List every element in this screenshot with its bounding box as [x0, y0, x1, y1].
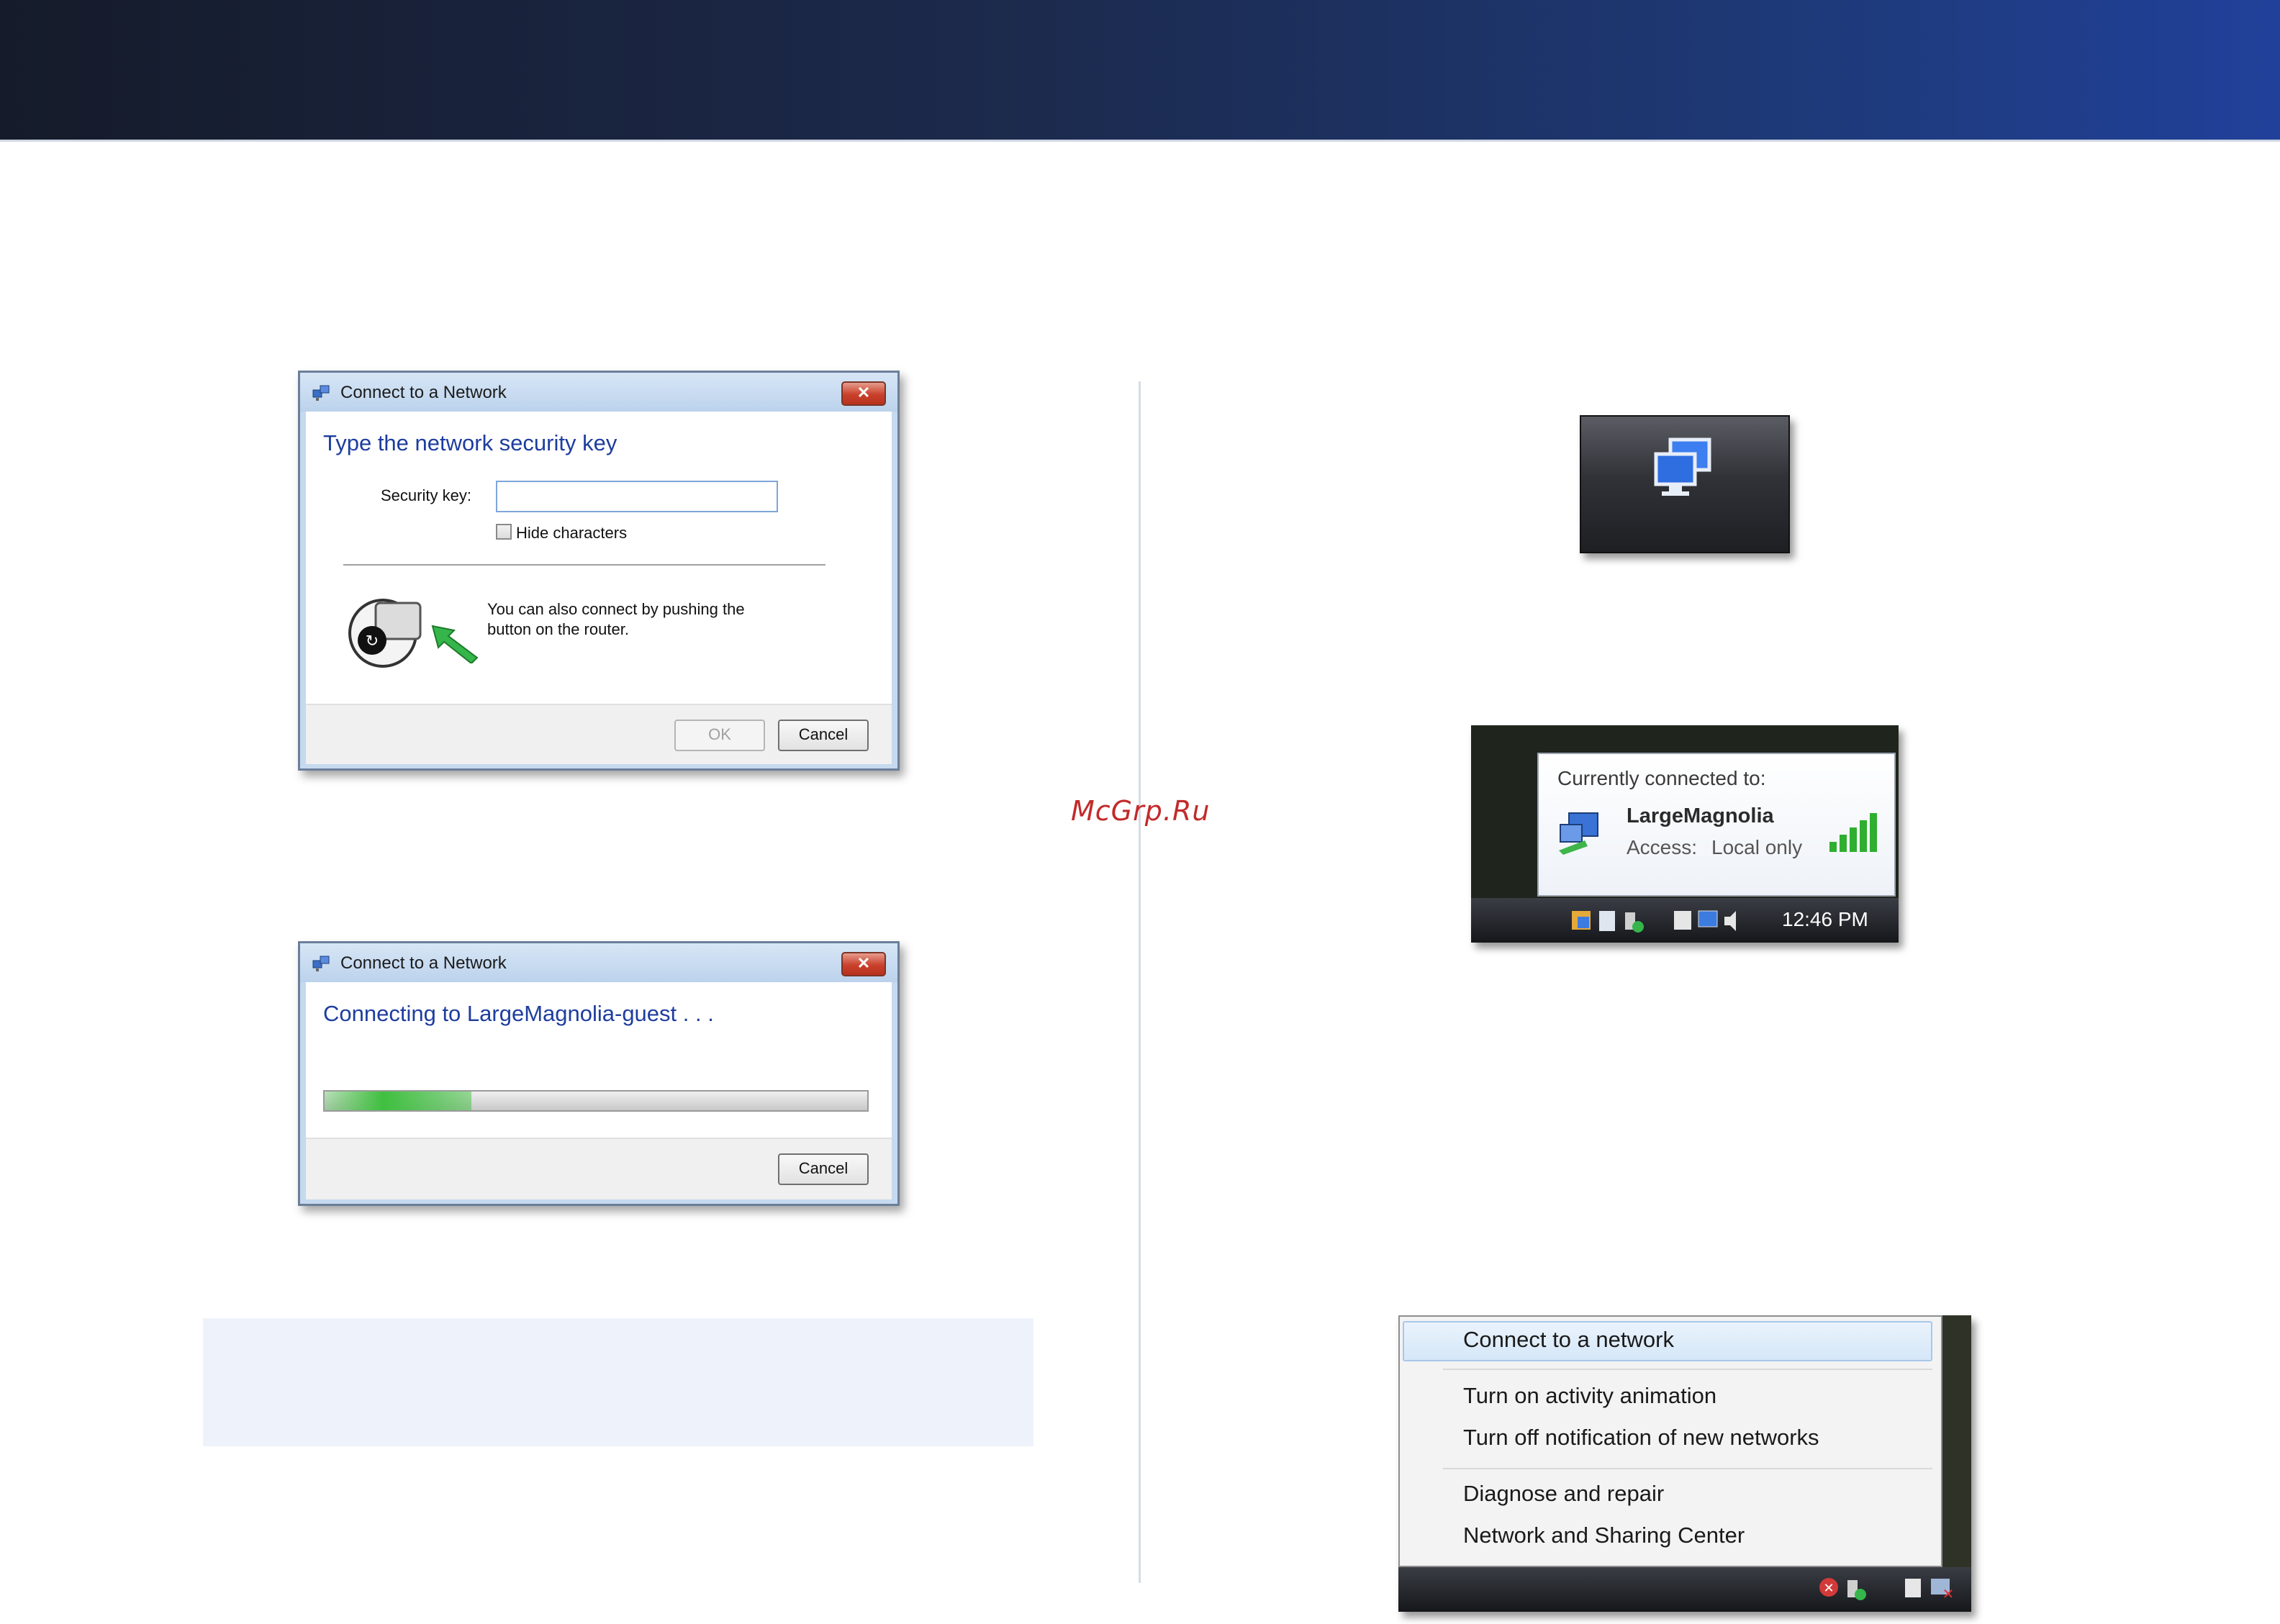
menu-item-activity-animation[interactable]: Turn on activity animation — [1463, 1383, 1716, 1409]
hide-characters-checkbox[interactable] — [496, 524, 512, 540]
menu-item-sharing-center[interactable]: Network and Sharing Center — [1463, 1523, 1745, 1548]
context-menu: Connect to a network Turn on activity an… — [1398, 1315, 1942, 1567]
context-menu-screenshot: Connect to a network Turn on activity an… — [1398, 1315, 1971, 1612]
close-button[interactable]: ✕ — [841, 381, 886, 406]
progress-bar — [323, 1090, 869, 1112]
network-name: LargeMagnolia — [1627, 804, 1774, 827]
dialog-body: Type the network security key Security k… — [306, 412, 892, 704]
network-icon — [312, 956, 330, 971]
header-banner — [0, 0, 2280, 140]
network-icon — [312, 385, 330, 401]
column-divider — [1139, 381, 1141, 1583]
cancel-button[interactable]: Cancel — [778, 720, 869, 751]
connection-status-screenshot: Currently connected to: LargeMagnolia Ac… — [1471, 725, 1899, 943]
menu-item-notification[interactable]: Turn off notification of new networks — [1463, 1425, 1819, 1451]
wireless-network-icon — [1559, 812, 1598, 855]
menu-item-diagnose[interactable]: Diagnose and repair — [1463, 1481, 1664, 1507]
clock: 12:46 PM — [1782, 908, 1868, 930]
security-key-label: Security key: — [381, 486, 471, 504]
watermark: McGrp.Ru — [1071, 795, 1211, 827]
tooltip-title: Currently connected to: — [1557, 767, 1766, 789]
dialog-heading: Type the network security key — [323, 430, 618, 455]
signal-bar — [1840, 835, 1847, 852]
signal-bar — [1850, 827, 1857, 852]
tray-icons — [1572, 910, 1736, 933]
network-computers-icon[interactable] — [1650, 435, 1722, 500]
cancel-button[interactable]: Cancel — [778, 1153, 869, 1185]
push-button-text-line1: You can also connect by pushing the — [487, 600, 745, 618]
menu-item-connect[interactable]: Connect to a network — [1463, 1327, 1674, 1353]
svg-text:✕: ✕ — [1823, 1581, 1834, 1596]
svg-text:✕: ✕ — [1942, 1585, 1955, 1602]
signal-bar — [1829, 842, 1837, 852]
push-button-text-line2: button on the router. — [487, 620, 629, 638]
progress-fill — [325, 1092, 471, 1110]
header-rule — [0, 140, 2280, 142]
dialog-footer: Cancel — [306, 1138, 892, 1199]
signal-bar — [1870, 813, 1877, 852]
dialog-title: Connect to a Network — [340, 383, 507, 402]
note-box — [203, 1318, 1033, 1446]
dialog-title: Connect to a Network — [340, 953, 507, 973]
dialog-titlebar: Connect to a Network ✕ — [300, 373, 897, 412]
ok-button[interactable]: OK — [674, 720, 765, 751]
access-value: Local only — [1711, 836, 1803, 858]
dialog-titlebar: Connect to a Network ✕ — [300, 943, 897, 982]
signal-strength-icon — [1829, 813, 1877, 852]
svg-text:↻: ↻ — [366, 632, 379, 650]
network-tray-icon-box — [1580, 415, 1790, 553]
access-label: Access: — [1627, 836, 1698, 858]
green-arrow-icon — [431, 625, 479, 663]
menu-separator — [1443, 1468, 1932, 1469]
dialog-body: Connecting to LargeMagnolia-guest . . . — [306, 982, 892, 1138]
connection-tooltip: Currently connected to: LargeMagnolia Ac… — [1537, 753, 1896, 897]
tray-icons: ✕ ✕ — [1819, 1578, 1955, 1602]
close-button[interactable]: ✕ — [841, 952, 886, 976]
hide-characters-label: Hide characters — [516, 524, 628, 542]
signal-bar — [1860, 820, 1867, 852]
dialog-heading: Connecting to LargeMagnolia-guest . . . — [323, 1001, 714, 1026]
dialog-footer: OK Cancel — [306, 704, 892, 764]
taskbar: 12:46 PM — [1471, 898, 1899, 943]
security-key-input[interactable] — [496, 481, 778, 512]
divider — [343, 564, 825, 566]
security-key-dialog: Connect to a Network ✕ Type the network … — [298, 371, 900, 771]
taskbar: ✕ ✕ — [1398, 1567, 1971, 1612]
menu-separator — [1443, 1369, 1932, 1370]
connecting-dialog: Connect to a Network ✕ Connecting to Lar… — [298, 941, 900, 1206]
